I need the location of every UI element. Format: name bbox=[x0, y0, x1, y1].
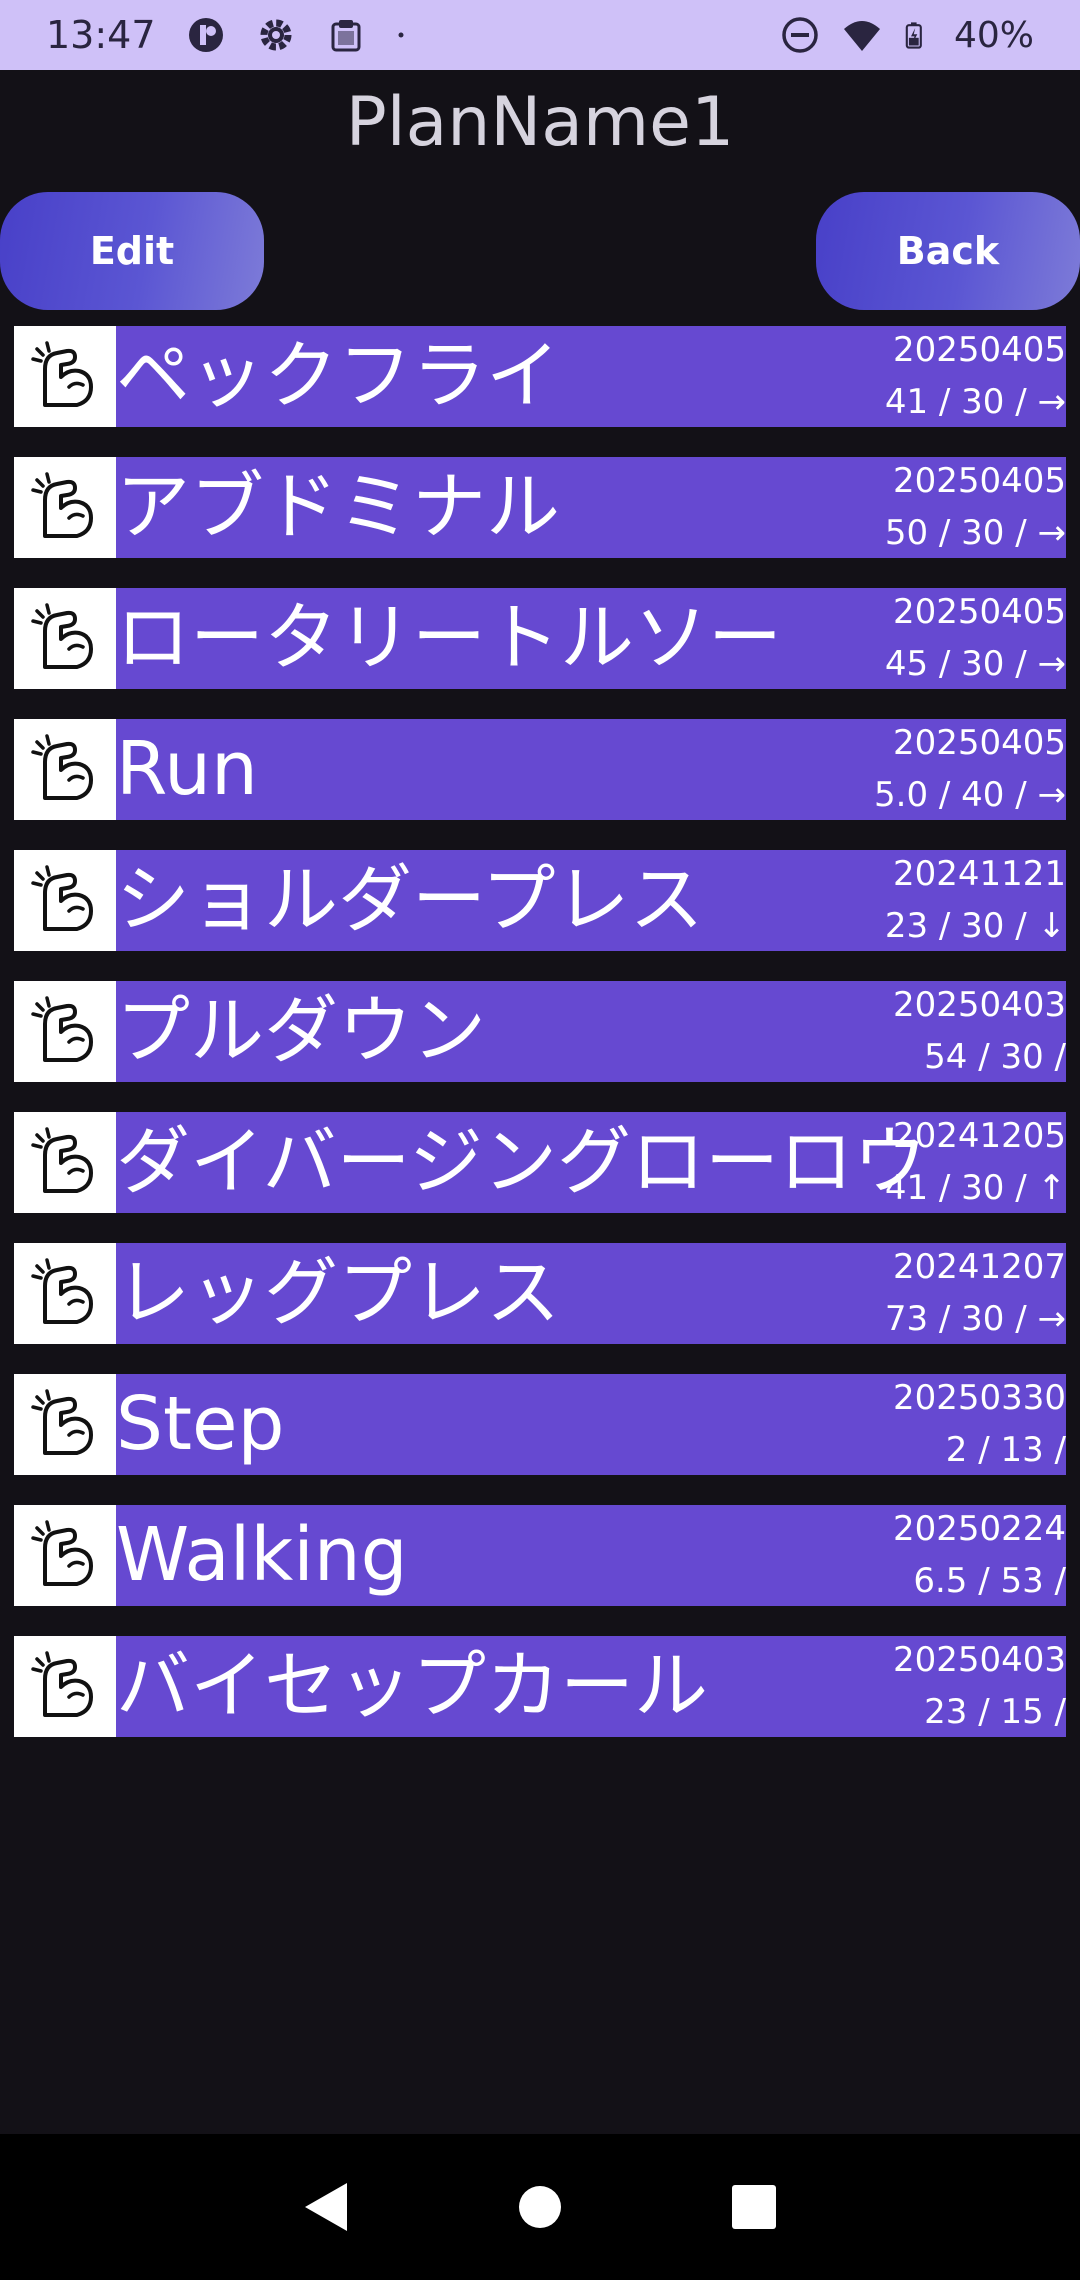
exercise-stats: 23 / 30 / ↓ bbox=[884, 906, 1066, 946]
flexed-bicep-icon bbox=[14, 457, 116, 558]
exercise-stats: 2 / 13 / bbox=[945, 1430, 1066, 1470]
status-bar: 13:47 40% bbox=[0, 0, 1080, 70]
item-bar: レッグプレス 20241207 73 / 30 / → bbox=[116, 1243, 1066, 1344]
exercise-date: 20241205 bbox=[892, 1116, 1066, 1156]
list-item[interactable]: ペックフライ 20250405 41 / 30 / → bbox=[14, 326, 1066, 427]
flexed-bicep-icon bbox=[14, 326, 116, 427]
exercise-date: 20250224 bbox=[892, 1509, 1066, 1549]
exercise-stats: 23 / 15 / bbox=[924, 1692, 1066, 1732]
back-nav-icon[interactable] bbox=[294, 2175, 358, 2239]
list-item[interactable]: ダイバージングローロウ 20241205 41 / 30 / ↑ bbox=[14, 1112, 1066, 1213]
back-button[interactable]: Back bbox=[816, 192, 1080, 310]
exercise-stats: 41 / 30 / → bbox=[884, 382, 1066, 422]
item-bar: アブドミナル 20250405 50 / 30 / → bbox=[116, 457, 1066, 558]
list-item[interactable]: レッグプレス 20241207 73 / 30 / → bbox=[14, 1243, 1066, 1344]
exercise-date: 20250330 bbox=[892, 1378, 1066, 1418]
dot-icon bbox=[398, 32, 404, 38]
exercise-name: Walking bbox=[116, 1512, 408, 1598]
flexed-bicep-icon bbox=[14, 1636, 116, 1737]
item-bar: Walking 20250224 6.5 / 53 / bbox=[116, 1505, 1066, 1606]
list-item[interactable]: Walking 20250224 6.5 / 53 / bbox=[14, 1505, 1066, 1606]
flexed-bicep-icon bbox=[14, 1112, 116, 1213]
item-bar: ショルダープレス 20241121 23 / 30 / ↓ bbox=[116, 850, 1066, 951]
item-bar: Run 20250405 5.0 / 40 / → bbox=[116, 719, 1066, 820]
item-bar: プルダウン 20250403 54 / 30 / bbox=[116, 981, 1066, 1082]
app-icon bbox=[188, 18, 223, 52]
exercise-date: 20241207 bbox=[892, 1247, 1066, 1287]
list-item[interactable]: アブドミナル 20250405 50 / 30 / → bbox=[14, 457, 1066, 558]
exercise-name: アブドミナル bbox=[116, 464, 560, 550]
clipboard-icon bbox=[331, 20, 361, 52]
flexed-bicep-icon bbox=[14, 1243, 116, 1344]
exercise-stats: 73 / 30 / → bbox=[884, 1299, 1066, 1339]
list-item[interactable]: プルダウン 20250403 54 / 30 / bbox=[14, 981, 1066, 1082]
exercise-date: 20250405 bbox=[892, 461, 1066, 501]
page-title: PlanName1 bbox=[345, 83, 735, 162]
exercise-date: 20250403 bbox=[892, 985, 1066, 1025]
exercise-name: ペックフライ bbox=[116, 333, 560, 419]
exercise-name: Step bbox=[116, 1381, 285, 1467]
list-item[interactable]: ロータリートルソー 20250405 45 / 30 / → bbox=[14, 588, 1066, 689]
flexed-bicep-icon bbox=[14, 1374, 116, 1475]
flexed-bicep-icon bbox=[14, 1505, 116, 1606]
exercise-date: 20250405 bbox=[892, 592, 1066, 632]
item-bar: バイセップカール 20250403 23 / 15 / bbox=[116, 1636, 1066, 1737]
list-item[interactable]: バイセップカール 20250403 23 / 15 / bbox=[14, 1636, 1066, 1737]
dnd-icon bbox=[782, 17, 818, 53]
exercise-date: 20241121 bbox=[892, 854, 1066, 894]
exercise-stats: 54 / 30 / bbox=[924, 1037, 1066, 1077]
flexed-bicep-icon bbox=[14, 588, 116, 689]
item-bar: ペックフライ 20250405 41 / 30 / → bbox=[116, 326, 1066, 427]
exercise-stats: 41 / 30 / ↑ bbox=[884, 1168, 1066, 1208]
exercise-name: ダイバージングローロウ bbox=[116, 1119, 928, 1205]
exercise-list: ペックフライ 20250405 41 / 30 / → アブドミナル 20250… bbox=[14, 326, 1066, 1767]
list-item[interactable]: Run 20250405 5.0 / 40 / → bbox=[14, 719, 1066, 820]
exercise-name: レッグプレス bbox=[116, 1250, 560, 1336]
status-time: 13:47 bbox=[46, 13, 156, 57]
exercise-date: 20250405 bbox=[892, 723, 1066, 763]
exercise-stats: 5.0 / 40 / → bbox=[874, 775, 1066, 815]
exercise-name: ショルダープレス bbox=[116, 857, 704, 943]
battery-percent: 40% bbox=[953, 14, 1034, 56]
exercise-stats: 50 / 30 / → bbox=[884, 513, 1066, 553]
exercise-date: 20250405 bbox=[892, 330, 1066, 370]
exercise-name: Run bbox=[116, 726, 258, 812]
item-bar: ダイバージングローロウ 20241205 41 / 30 / ↑ bbox=[116, 1112, 1066, 1213]
item-bar: Step 20250330 2 / 13 / bbox=[116, 1374, 1066, 1475]
flexed-bicep-icon bbox=[14, 719, 116, 820]
exercise-name: プルダウン bbox=[116, 988, 486, 1074]
list-item[interactable]: Step 20250330 2 / 13 / bbox=[14, 1374, 1066, 1475]
exercise-name: バイセップカール bbox=[116, 1643, 708, 1729]
battery-icon bbox=[905, 22, 922, 49]
wifi-icon bbox=[843, 21, 880, 51]
gear-icon bbox=[260, 19, 292, 51]
item-bar: ロータリートルソー 20250405 45 / 30 / → bbox=[116, 588, 1066, 689]
list-item[interactable]: ショルダープレス 20241121 23 / 30 / ↓ bbox=[14, 850, 1066, 951]
recents-nav-icon[interactable] bbox=[722, 2175, 786, 2239]
exercise-stats: 6.5 / 53 / bbox=[913, 1561, 1066, 1601]
navigation-bar bbox=[0, 2134, 1080, 2280]
exercise-date: 20250403 bbox=[892, 1640, 1066, 1680]
flexed-bicep-icon bbox=[14, 850, 116, 951]
edit-button[interactable]: Edit bbox=[0, 192, 264, 310]
flexed-bicep-icon bbox=[14, 981, 116, 1082]
exercise-stats: 45 / 30 / → bbox=[884, 644, 1066, 684]
home-nav-icon[interactable] bbox=[508, 2175, 572, 2239]
exercise-name: ロータリートルソー bbox=[116, 595, 782, 681]
